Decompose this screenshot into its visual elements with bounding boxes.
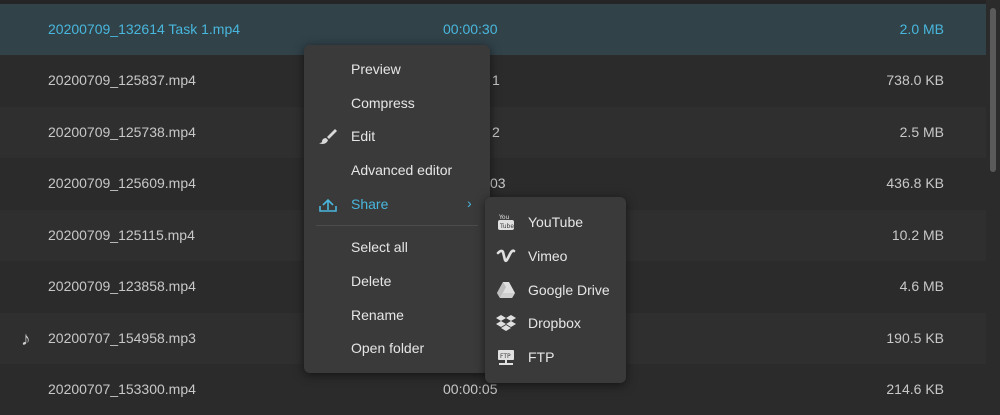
file-duration: 00:00:30 bbox=[443, 21, 498, 37]
menu-item-label: Delete bbox=[351, 273, 392, 289]
dropbox-icon bbox=[496, 313, 516, 333]
file-size: 436.8 KB bbox=[886, 175, 944, 191]
scrollbar-thumb[interactable] bbox=[990, 8, 996, 172]
svg-text:FTP: FTP bbox=[500, 353, 511, 360]
upload-cloud-icon bbox=[318, 195, 338, 213]
share-item-label: Google Drive bbox=[528, 282, 610, 298]
file-duration: 2 bbox=[492, 124, 500, 140]
file-size: 4.6 MB bbox=[899, 278, 944, 294]
file-name: 20200709_123858.mp4 bbox=[48, 278, 196, 294]
file-name: 20200709_125115.mp4 bbox=[48, 227, 195, 243]
menu-item-label: Compress bbox=[351, 95, 415, 111]
share-item-ftp[interactable]: FTP FTP bbox=[485, 342, 626, 372]
share-item-label: Vimeo bbox=[528, 248, 568, 264]
menu-item-label: Select all bbox=[351, 239, 408, 255]
file-size: 2.0 MB bbox=[899, 21, 944, 37]
menu-item-rename[interactable]: Rename bbox=[304, 301, 490, 329]
share-item-label: Dropbox bbox=[528, 315, 581, 331]
menu-item-open-folder[interactable]: Open folder bbox=[304, 334, 490, 362]
music-note-icon: ♪ bbox=[21, 329, 31, 350]
file-name: 20200707_154958.mp3 bbox=[48, 330, 196, 346]
context-menu: Preview Compress Edit Advanced editor Sh… bbox=[304, 45, 490, 373]
menu-item-advanced-editor[interactable]: Advanced editor bbox=[304, 156, 490, 184]
share-item-vimeo[interactable]: Vimeo bbox=[485, 241, 626, 271]
chevron-right-icon: › bbox=[467, 195, 472, 211]
share-item-google-drive[interactable]: Google Drive bbox=[485, 275, 626, 305]
file-size: 2.5 MB bbox=[899, 124, 944, 140]
file-duration: 1 bbox=[492, 72, 500, 88]
share-item-label: FTP bbox=[528, 349, 555, 365]
menu-item-select-all[interactable]: Select all bbox=[304, 233, 490, 261]
youtube-icon: You Tube bbox=[496, 212, 516, 232]
file-duration: 00:00:05 bbox=[443, 381, 498, 397]
vimeo-icon bbox=[496, 246, 516, 266]
menu-item-label: Edit bbox=[351, 128, 376, 144]
file-row[interactable]: 20200709_132614 Task 1.mp4 00:00:30 2.0 … bbox=[0, 4, 986, 55]
file-row[interactable]: 20200709_125837.mp4 1 738.0 KB bbox=[0, 55, 986, 106]
menu-item-label: Share bbox=[351, 196, 389, 212]
file-size: 738.0 KB bbox=[886, 72, 944, 88]
share-item-youtube[interactable]: You Tube YouTube bbox=[485, 207, 626, 237]
menu-item-compress[interactable]: Compress bbox=[304, 89, 490, 117]
file-row[interactable]: 20200709_125738.mp4 2 2.5 MB bbox=[0, 107, 986, 158]
menu-item-label: Rename bbox=[351, 307, 404, 323]
menu-item-edit[interactable]: Edit bbox=[304, 122, 490, 150]
menu-item-label: Open folder bbox=[351, 340, 425, 356]
file-name: 20200709_132614 Task 1.mp4 bbox=[48, 21, 241, 37]
file-size: 190.5 KB bbox=[886, 330, 944, 346]
menu-item-delete[interactable]: Delete bbox=[304, 267, 490, 295]
file-name: 20200709_125837.mp4 bbox=[48, 72, 196, 88]
menu-item-share[interactable]: Share › bbox=[304, 190, 490, 218]
file-duration: 03 bbox=[490, 175, 506, 191]
menu-item-label: Advanced editor bbox=[351, 162, 453, 178]
brush-icon bbox=[318, 127, 338, 145]
file-name: 20200707_153300.mp4 bbox=[48, 381, 196, 397]
share-item-dropbox[interactable]: Dropbox bbox=[485, 308, 626, 338]
file-name: 20200709_125609.mp4 bbox=[48, 175, 196, 191]
file-size: 10.2 MB bbox=[891, 227, 944, 243]
menu-item-preview[interactable]: Preview bbox=[304, 55, 490, 83]
menu-item-label: Preview bbox=[351, 61, 401, 77]
share-submenu: You Tube YouTube Vimeo Google Drive Drop… bbox=[485, 197, 626, 383]
ftp-icon: FTP bbox=[496, 347, 516, 367]
file-size: 214.6 KB bbox=[886, 381, 944, 397]
google-drive-icon bbox=[496, 280, 516, 300]
menu-divider bbox=[316, 225, 478, 226]
svg-text:Tube: Tube bbox=[499, 223, 514, 230]
share-item-label: YouTube bbox=[528, 214, 584, 230]
file-name: 20200709_125738.mp4 bbox=[48, 124, 196, 140]
svg-text:You: You bbox=[498, 214, 510, 221]
